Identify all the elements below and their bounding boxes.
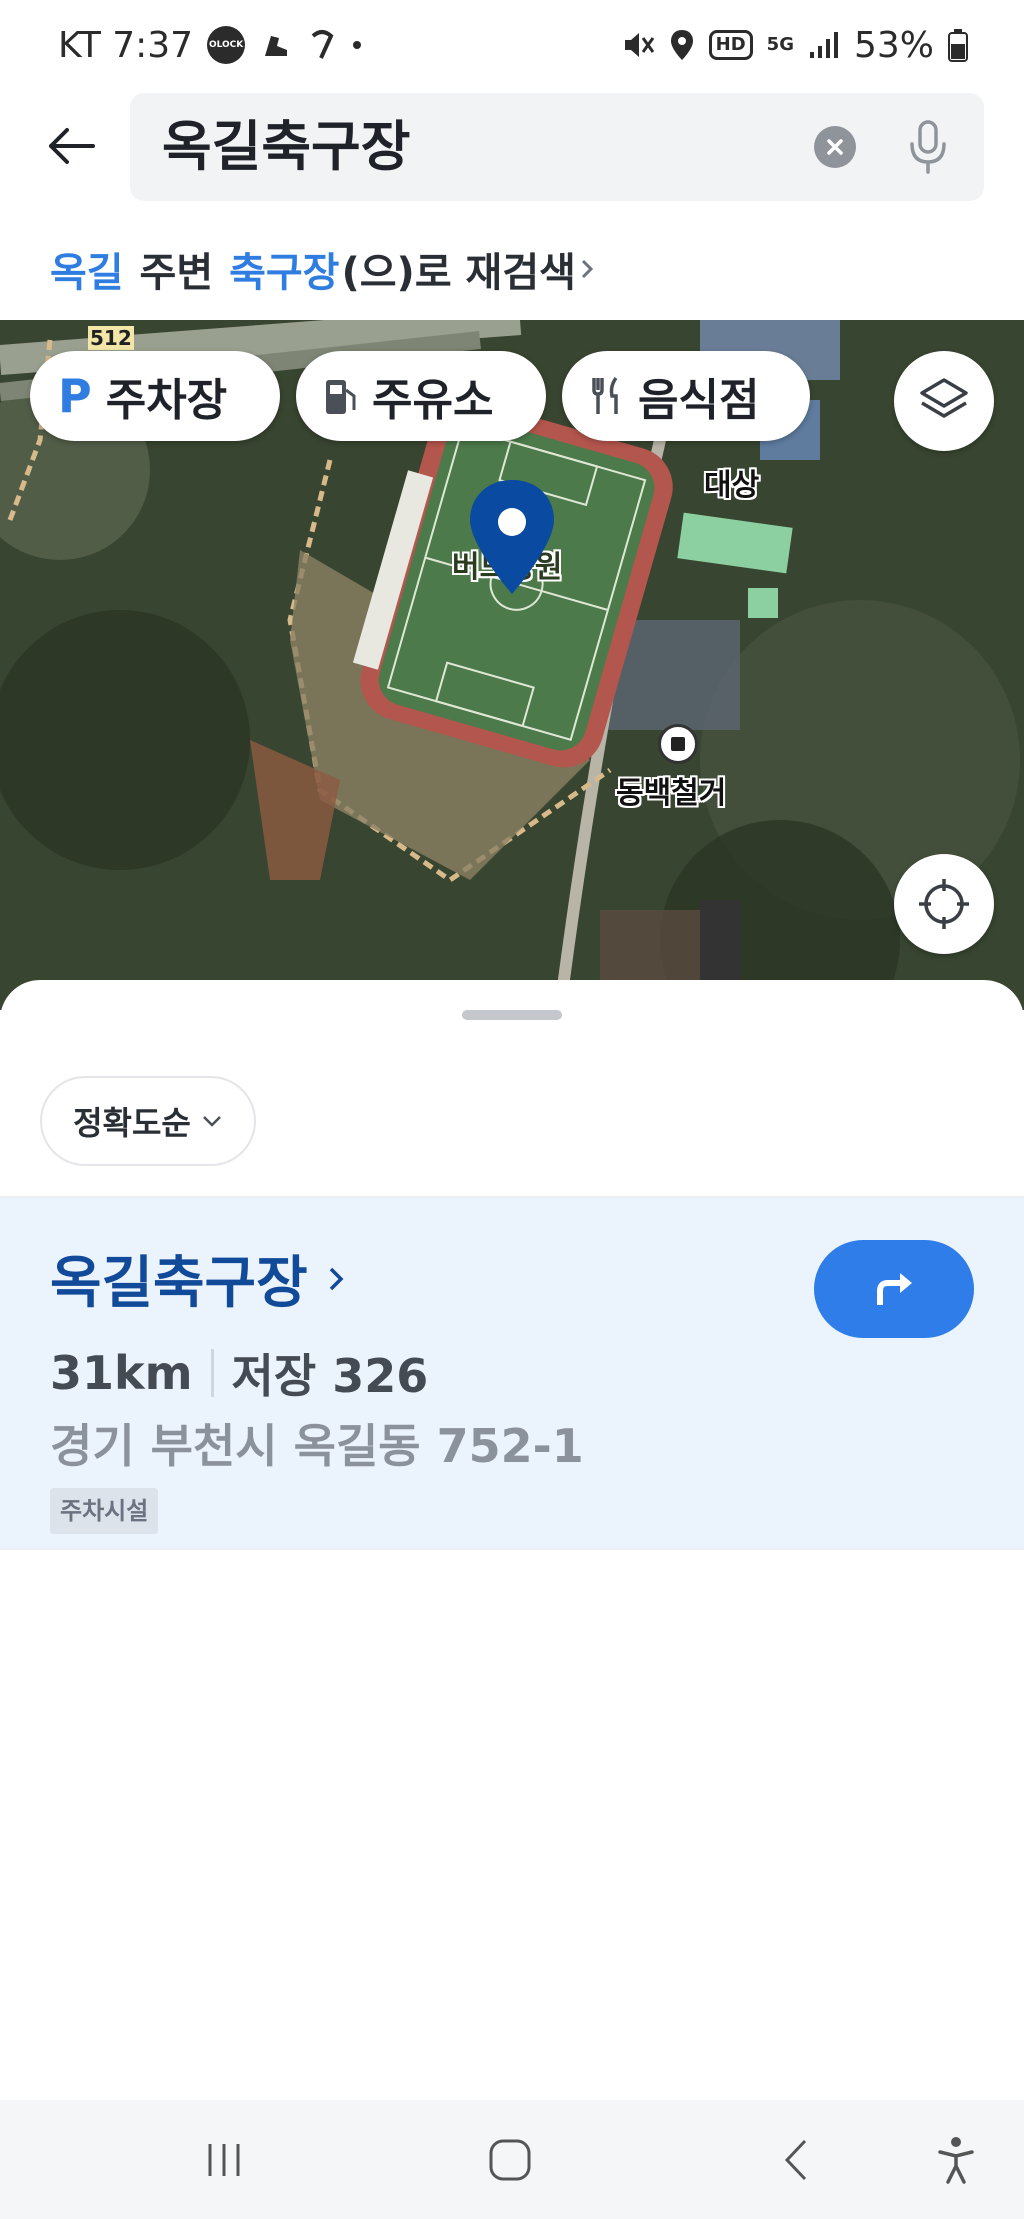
parking-icon: P	[58, 369, 92, 423]
chevron-right-icon	[581, 259, 594, 279]
filter-label-restaurant: 음식점	[638, 375, 760, 426]
app-notification-icon	[307, 28, 337, 62]
gas-station-icon	[326, 380, 356, 414]
battery-icon	[948, 28, 968, 62]
result-meta: 31km 저장 326	[50, 1340, 428, 1406]
sort-dropdown[interactable]: 정확도순	[40, 1076, 256, 1166]
voice-search-button[interactable]	[898, 117, 958, 177]
map-layers-button[interactable]	[894, 351, 994, 451]
accessibility-icon	[938, 2137, 974, 2184]
mute-icon	[621, 28, 655, 62]
result-distance: 31km	[50, 1346, 193, 1400]
directions-button[interactable]	[814, 1240, 974, 1338]
layers-icon	[920, 378, 968, 418]
clear-search-button[interactable]	[814, 126, 856, 168]
back-button[interactable]	[36, 112, 104, 180]
chevron-right-icon	[329, 1267, 344, 1290]
map-label-dongbaek: 동백철거	[616, 776, 727, 811]
more-notifications-dot-icon	[351, 39, 363, 51]
signal-icon	[808, 30, 840, 60]
research-keyword: 축구장	[229, 250, 340, 296]
recent-apps-button[interactable]	[184, 2130, 264, 2190]
result-saves: 저장 326	[231, 1349, 429, 1403]
filter-label-gas: 주유소	[372, 375, 494, 426]
close-icon	[827, 139, 843, 155]
research-suffix: (으)로 재검색	[341, 250, 576, 296]
filter-label-parking: 주차장	[105, 375, 228, 426]
microphone-icon	[910, 120, 946, 174]
result-item[interactable]: 옥길축구장 31km 저장 326 경기 부천시 옥길동 752-1 주차시설	[0, 1198, 1024, 1548]
shoe-icon	[259, 28, 293, 62]
meta-separator	[210, 1349, 214, 1397]
arrow-left-icon	[49, 128, 95, 164]
result-tag: 주차시설	[50, 1488, 159, 1534]
turn-right-arrow-icon	[877, 1273, 912, 1305]
hd-voice-icon: HD	[708, 30, 753, 60]
olock-icon: OLOCK	[207, 26, 246, 64]
research-mid: 주변	[125, 250, 228, 296]
chevron-down-icon	[202, 1116, 221, 1127]
battery-percent: 53%	[853, 24, 934, 66]
result-address: 경기 부천시 옥길동 752-1	[50, 1419, 584, 1473]
search-box[interactable]: 옥길축구장	[130, 93, 984, 201]
crosshair-icon	[919, 879, 969, 929]
recent-apps-icon	[208, 2144, 240, 2176]
location-icon	[669, 28, 695, 62]
result-title: 옥길축구장	[50, 1251, 308, 1316]
location-pin-icon[interactable]	[466, 476, 558, 602]
accessibility-button[interactable]	[916, 2130, 996, 2190]
results-sheet: 정확도순 옥길축구장 31km 저장 326 경기 부천시 옥길동 752-1 …	[0, 980, 1024, 2100]
home-icon	[489, 2139, 531, 2181]
divider	[0, 1548, 1024, 1550]
filter-chip-restaurant[interactable]: 음식점	[562, 351, 810, 441]
back-chevron-icon	[784, 2139, 807, 2181]
current-location-button[interactable]	[894, 854, 994, 954]
road-number-label: 512	[88, 326, 134, 350]
map-label-daesang: 대상	[704, 468, 760, 503]
filter-chip-gas-station[interactable]: 주유소	[296, 351, 546, 441]
back-nav-button[interactable]	[756, 2130, 836, 2190]
status-bar: KT 7:37 OLOCK HD 5G 53%	[0, 0, 1024, 90]
network-5g-icon: 5G	[766, 34, 794, 55]
result-title-link[interactable]: 옥길축구장	[50, 1238, 346, 1319]
research-nearby-link[interactable]: 옥길 주변 축구장 (으)로 재검색	[50, 240, 596, 298]
bus-stop-icon[interactable]	[658, 724, 698, 764]
sort-label: 정확도순	[73, 1104, 191, 1142]
search-query[interactable]: 옥길축구장	[162, 93, 410, 201]
system-navigation-bar	[0, 2100, 1024, 2219]
restaurant-icon	[592, 376, 618, 414]
home-button[interactable]	[470, 2130, 550, 2190]
carrier-time: KT 7:37	[58, 24, 194, 66]
research-location: 옥길	[50, 250, 124, 296]
filter-chip-parking[interactable]: P 주차장	[30, 351, 280, 441]
sheet-drag-handle[interactable]	[462, 1010, 562, 1020]
